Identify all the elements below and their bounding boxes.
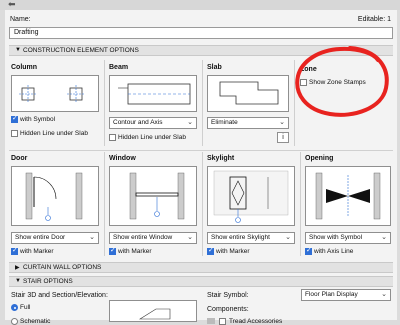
stair-symbol-label: Stair Symbol: xyxy=(207,292,249,299)
column-preview xyxy=(11,75,99,112)
beam-dropdown-value: Contour and Axis xyxy=(113,119,163,126)
section-title: CONSTRUCTION ELEMENT OPTIONS xyxy=(23,47,139,54)
column-title: Column xyxy=(11,64,38,71)
column-with-symbol-label: with Symbol xyxy=(20,116,56,123)
components-label: Components: xyxy=(207,306,249,313)
skylight-title: Skylight xyxy=(207,155,235,162)
beam-display-dropdown[interactable]: Contour and Axis ⌄ xyxy=(109,117,197,129)
section-curtain-wall-options[interactable]: ▶ CURTAIN WALL OPTIONS xyxy=(9,262,393,273)
skylight-dropdown-value: Show entire Skylight xyxy=(211,234,270,241)
stair-symbol-dropdown[interactable]: Floor Plan Display ⌄ xyxy=(301,289,391,301)
column-hidden-line-label: Hidden Line under Slab xyxy=(20,130,88,137)
door-display-dropdown[interactable]: Show entire Door ⌄ xyxy=(11,232,99,244)
stair-schematic-label: Schematic xyxy=(20,318,51,325)
opening-axis-line-label: with Axis Line xyxy=(314,248,354,255)
stair-full-label: Full xyxy=(20,304,31,311)
skylight-display-dropdown[interactable]: Show entire Skylight ⌄ xyxy=(207,232,295,244)
door-with-marker-checkbox[interactable] xyxy=(11,246,18,255)
skylight-symbol-icon xyxy=(213,170,289,223)
tread-accessories-label: Tread Accessories xyxy=(229,318,283,325)
slab-display-dropdown[interactable]: Eliminate ⌄ xyxy=(207,117,289,129)
opening-symbol-icon xyxy=(315,172,381,220)
chevron-down-icon: ⌄ xyxy=(187,119,193,126)
back-arrow-icon[interactable]: ⬅ xyxy=(8,0,18,9)
triangle-right-icon: ▶ xyxy=(15,265,20,271)
window-symbol-icon xyxy=(129,172,185,220)
door-dropdown-value: Show entire Door xyxy=(15,234,66,241)
name-field[interactable]: Drafting xyxy=(9,27,393,39)
column-symbol-icon xyxy=(19,85,85,103)
window-title: Window xyxy=(109,155,136,162)
stair-schematic-radio[interactable] xyxy=(11,318,18,325)
row-divider xyxy=(9,150,393,151)
beam-preview xyxy=(109,75,197,112)
opening-title: Opening xyxy=(305,155,334,162)
stair-preview xyxy=(109,300,197,322)
door-title: Door xyxy=(11,155,28,162)
beam-symbol-icon xyxy=(118,83,191,105)
column-hidden-line-checkbox[interactable] xyxy=(11,130,18,137)
stair-symbol-icon xyxy=(138,308,171,320)
skylight-preview xyxy=(207,166,295,226)
opening-axis-line-checkbox[interactable] xyxy=(305,246,312,255)
beam-title: Beam xyxy=(109,64,129,71)
chevron-down-icon: ⌄ xyxy=(279,119,285,126)
opening-display-dropdown[interactable]: Show with Symbol ⌄ xyxy=(305,232,391,244)
triangle-down-icon: ▼ xyxy=(15,47,21,53)
beam-hidden-line-label: Hidden Line under Slab xyxy=(118,134,186,141)
editable-count: Editable: 1 xyxy=(357,16,391,23)
column-divider xyxy=(300,152,301,256)
slab-symbol-icon xyxy=(219,81,279,105)
chevron-down-icon: ⌄ xyxy=(285,234,291,241)
opening-dropdown-value: Show with Symbol xyxy=(309,234,363,241)
name-label: Name: xyxy=(10,16,31,23)
door-symbol-icon xyxy=(25,172,83,221)
section-stair-options[interactable]: ▼ STAIR OPTIONS xyxy=(9,276,393,287)
window-with-marker-label: with Marker xyxy=(118,248,152,255)
stair-full-radio[interactable] xyxy=(11,304,18,311)
chevron-down-icon: ⌄ xyxy=(89,234,95,241)
stair-symbol-value: Floor Plan Display xyxy=(305,291,358,298)
stair-3d-label: Stair 3D and Section/Elevation: xyxy=(11,292,108,299)
slab-title: Slab xyxy=(207,64,222,71)
column-divider xyxy=(104,152,105,256)
skylight-with-marker-label: with Marker xyxy=(216,248,250,255)
door-with-marker-label: with Marker xyxy=(20,248,54,255)
chevron-down-icon: ⌄ xyxy=(381,234,387,241)
top-strip: ⬅ xyxy=(0,0,400,10)
window-dropdown-value: Show entire Window xyxy=(113,234,173,241)
red-annotation-circle xyxy=(295,46,389,117)
window-display-dropdown[interactable]: Show entire Window ⌄ xyxy=(109,232,197,244)
column-divider xyxy=(104,60,105,146)
column-with-symbol-checkbox[interactable] xyxy=(11,114,18,123)
slab-dropdown-value: Eliminate xyxy=(211,119,238,126)
column-divider xyxy=(202,60,203,146)
tread-accessories-checkbox[interactable] xyxy=(219,318,226,325)
triangle-down-icon: ▼ xyxy=(15,278,21,284)
chevron-down-icon: ⌄ xyxy=(187,234,193,241)
window-preview xyxy=(109,166,197,226)
section-title: CURTAIN WALL OPTIONS xyxy=(23,264,102,271)
opening-preview xyxy=(305,166,391,226)
chevron-down-icon: ⌄ xyxy=(381,291,387,298)
beam-hidden-line-checkbox[interactable] xyxy=(109,134,116,141)
window-with-marker-checkbox[interactable] xyxy=(109,246,116,255)
door-preview xyxy=(11,166,99,226)
column-divider xyxy=(202,152,203,256)
section-title: STAIR OPTIONS xyxy=(23,278,73,285)
tread-accessories-icon xyxy=(207,318,215,324)
slab-preview xyxy=(207,75,289,112)
info-icon[interactable]: i xyxy=(277,132,289,143)
skylight-with-marker-checkbox[interactable] xyxy=(207,246,214,255)
settings-panel: Name: Editable: 1 Drafting ▼ CONSTRUCTIO… xyxy=(5,10,397,325)
